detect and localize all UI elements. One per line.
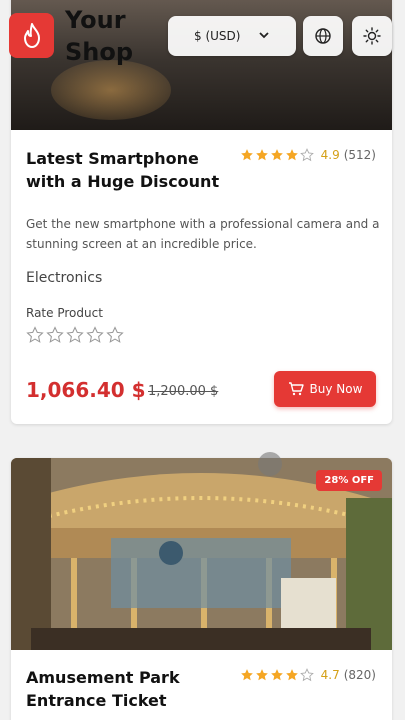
star-empty-icon — [299, 668, 314, 682]
rate-star-icon[interactable] — [46, 326, 64, 344]
rate-star-icon[interactable] — [106, 326, 124, 344]
globe-icon — [315, 28, 331, 44]
star-filled-icon — [255, 669, 268, 681]
brand-line2: Shop — [65, 38, 134, 66]
product-title[interactable]: Amusement Park Entrance Ticket — [26, 666, 236, 712]
shop-logo[interactable] — [9, 13, 54, 58]
rate-star-icon[interactable] — [26, 326, 44, 344]
brand-line1: Your — [65, 6, 126, 34]
rate-product-label: Rate Product — [26, 306, 103, 320]
rate-star-icon[interactable] — [86, 326, 104, 344]
cart-icon — [288, 382, 304, 396]
product-old-price: 1,200.00 $ — [148, 384, 219, 399]
product-rating: 4.9 (512) — [240, 148, 376, 162]
product-category[interactable]: Electronics — [26, 270, 102, 286]
rate-product-stars[interactable] — [26, 326, 124, 344]
star-filled-icon — [240, 149, 253, 161]
rating-value: 4.9 — [320, 148, 340, 162]
brand-name: Your Shop — [65, 4, 133, 68]
star-filled-icon — [240, 669, 253, 681]
rating-value: 4.7 — [320, 668, 340, 682]
buy-now-button[interactable]: Buy Now — [274, 371, 376, 407]
rate-star-icon[interactable] — [66, 326, 84, 344]
star-filled-icon — [255, 149, 268, 161]
language-button[interactable] — [303, 16, 343, 56]
star-filled-icon — [270, 149, 283, 161]
rating-count: (820) — [343, 668, 376, 682]
star-filled-icon — [285, 669, 298, 681]
currency-value: $ (USD) — [194, 29, 241, 43]
theme-toggle-button[interactable] — [352, 16, 392, 56]
header: Your Shop $ (USD) — [0, 0, 405, 80]
rating-count: (512) — [343, 148, 376, 162]
star-filled-icon — [285, 149, 298, 161]
discount-badge: 28% OFF — [316, 470, 382, 491]
product-description: Get the new smartphone with a profession… — [26, 217, 380, 251]
star-empty-icon — [299, 148, 314, 162]
chevron-down-icon — [259, 32, 269, 39]
product-image[interactable]: 28% OFF — [11, 458, 392, 650]
currency-select[interactable]: $ (USD) — [168, 16, 296, 56]
product-card[interactable]: 28% OFF Amusement Park Entrance Ticket 4… — [11, 458, 392, 720]
star-filled-icon — [270, 669, 283, 681]
product-price: 1,066.40 $ — [26, 378, 146, 402]
flame-icon — [23, 22, 40, 48]
product-title[interactable]: Latest Smartphone with a Huge Discount — [26, 147, 236, 193]
product-rating: 4.7 (820) — [240, 668, 376, 682]
touch-indicator — [258, 452, 282, 476]
sun-icon — [363, 27, 381, 45]
buy-now-label: Buy Now — [309, 382, 363, 396]
